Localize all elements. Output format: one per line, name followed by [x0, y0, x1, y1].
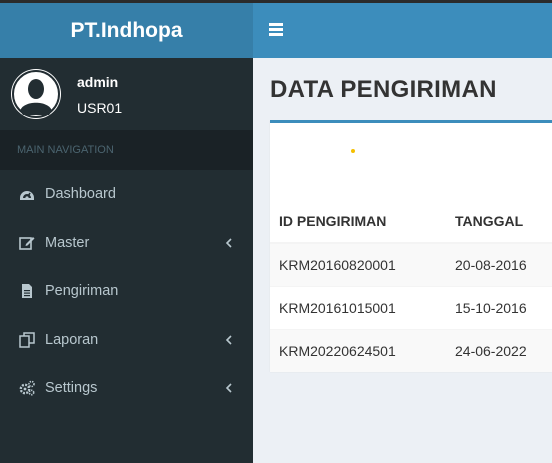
loading-dot [351, 149, 355, 153]
chevron-left-icon [225, 383, 232, 393]
brand-title: PT.Indhopa [70, 18, 183, 42]
nav-header: MAIN NAVIGATION [0, 130, 253, 170]
sidebar-item-dashboard[interactable]: Dashboard [0, 170, 253, 219]
sidebar-item-label: Master [45, 234, 90, 251]
cell-id: KRM20220624501 [270, 328, 446, 372]
user-silhouette-icon [12, 70, 60, 118]
gears-icon [19, 380, 35, 396]
sidebar-toggle-icon[interactable] [269, 23, 283, 36]
copy-icon [19, 331, 35, 348]
dashboard-icon [20, 191, 34, 200]
column-header-id[interactable]: ID PENGIRIMAN [270, 200, 446, 244]
table-row[interactable]: KRM20161015001 15-10-2016 [270, 285, 552, 329]
page-title: DATA PENGIRIMAN [270, 76, 497, 103]
sidebar-item-label: Settings [45, 380, 98, 396]
chevron-left-icon [225, 334, 232, 345]
file-icon [22, 284, 32, 298]
cell-id: KRM20161015001 [270, 285, 446, 329]
shipment-table: ID PENGIRIMAN TANGGAL KRM20160820001 20-… [270, 200, 552, 372]
user-name: admin [77, 74, 119, 90]
sidebar-menu: Dashboard Master Pengiriman Laporan Sett… [0, 170, 253, 413]
edit-icon [19, 236, 35, 250]
sidebar-item-settings[interactable]: Settings [0, 364, 253, 413]
sidebar-item-pengiriman[interactable]: Pengiriman [0, 267, 253, 316]
data-box: ID PENGIRIMAN TANGGAL KRM20160820001 20-… [270, 120, 552, 372]
sidebar-item-master[interactable]: Master [0, 219, 253, 268]
cell-id: KRM20160820001 [270, 242, 446, 286]
table-row[interactable]: KRM20220624501 24-06-2022 [270, 328, 552, 372]
avatar [11, 69, 61, 119]
cell-date: 15-10-2016 [446, 285, 552, 329]
table-header-row: ID PENGIRIMAN TANGGAL [270, 200, 552, 244]
table-row[interactable]: KRM20160820001 20-08-2016 [270, 242, 552, 286]
column-header-date[interactable]: TANGGAL [446, 200, 552, 244]
cell-date: 24-06-2022 [446, 328, 552, 372]
user-id: USR01 [77, 100, 123, 116]
sidebar-item-label: Dashboard [45, 186, 116, 202]
sidebar-item-label: Laporan [45, 331, 99, 348]
brand-logo[interactable]: PT.Indhopa [0, 3, 253, 58]
top-navbar [253, 3, 552, 58]
sidebar-item-laporan[interactable]: Laporan [0, 316, 253, 365]
chevron-left-icon [225, 237, 232, 248]
sidebar-item-label: Pengiriman [45, 283, 119, 299]
cell-date: 20-08-2016 [446, 242, 552, 286]
sidebar: admin USR01 MAIN NAVIGATION Dashboard Ma… [0, 58, 253, 463]
user-panel: admin USR01 [0, 58, 253, 130]
